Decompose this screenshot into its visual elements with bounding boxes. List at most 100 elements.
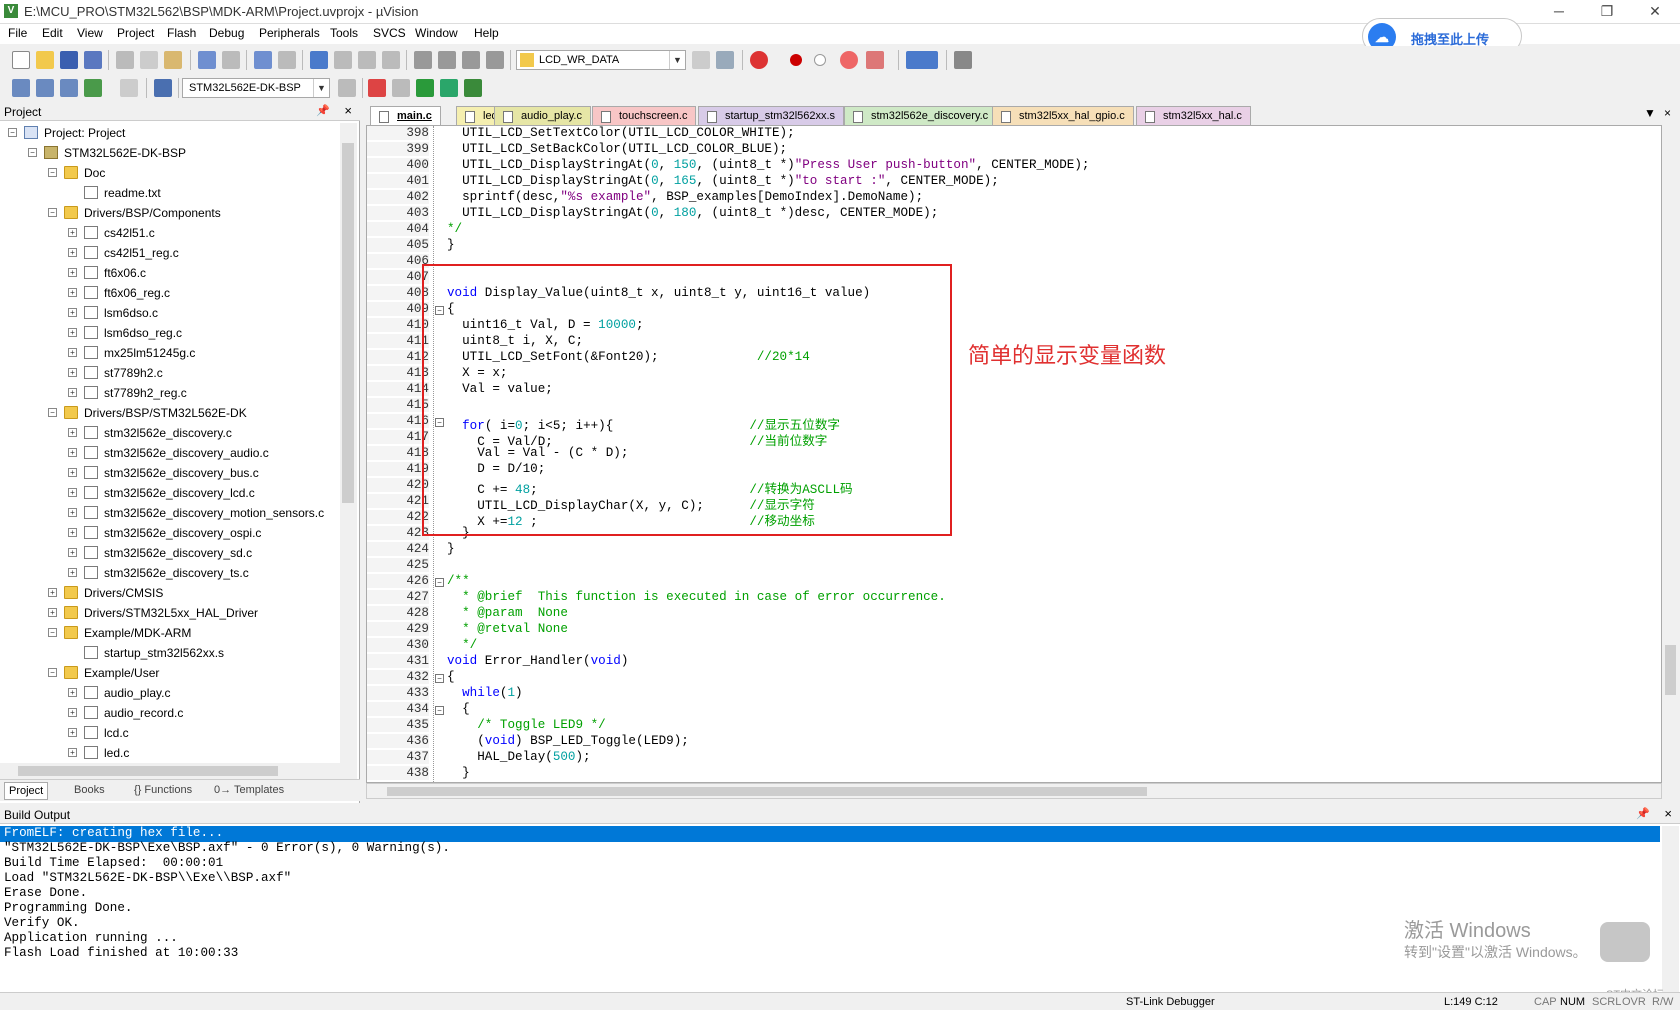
tab-file[interactable]: audio_play.c — [494, 106, 591, 125]
expand-icon[interactable]: + — [68, 568, 77, 577]
tab-templates[interactable]: 0→ Templates — [210, 782, 288, 800]
tree-item[interactable]: + stm32l562e_discovery_ts.c — [0, 563, 340, 583]
tab-file[interactable]: startup_stm32l562xx.s — [698, 106, 845, 125]
fold-toggle-icon[interactable]: − — [435, 306, 444, 315]
new-file-icon[interactable] — [12, 51, 30, 69]
output-vertical-scrollbar[interactable] — [1662, 826, 1679, 992]
tree-item[interactable]: + led.c — [0, 743, 340, 763]
menu-edit[interactable]: Edit — [42, 26, 63, 40]
tree-item[interactable]: − Drivers/BSP/STM32L562E-DK — [0, 403, 340, 423]
tab-project[interactable]: Project — [4, 782, 49, 800]
expand-icon[interactable]: + — [68, 508, 77, 517]
incremental-find-icon[interactable] — [716, 51, 734, 69]
tab-file[interactable]: stm32l5xx_hal.c — [1136, 106, 1251, 125]
menu-view[interactable]: View — [77, 26, 103, 40]
tree-item[interactable]: + stm32l562e_discovery_lcd.c — [0, 483, 340, 503]
debug-options-icon[interactable] — [866, 51, 884, 69]
batch-build-icon[interactable] — [84, 79, 102, 97]
tree-item[interactable]: + audio_play.c — [0, 683, 340, 703]
tab-file[interactable]: main.c — [370, 106, 441, 125]
expand-icon[interactable]: + — [48, 608, 57, 617]
rebuild-icon[interactable] — [60, 79, 78, 97]
expand-icon[interactable]: + — [68, 308, 77, 317]
expand-icon[interactable]: + — [68, 728, 77, 737]
menu-debug[interactable]: Debug — [209, 26, 244, 40]
nav-forward-icon[interactable] — [278, 51, 296, 69]
tree-item[interactable]: − Project: Project — [0, 123, 340, 143]
tree-item[interactable]: + Drivers/CMSIS — [0, 583, 340, 603]
nav-back-icon[interactable] — [254, 51, 272, 69]
expand-icon[interactable]: + — [68, 228, 77, 237]
fold-toggle-icon[interactable]: − — [435, 578, 444, 587]
expand-icon[interactable]: + — [68, 468, 77, 477]
kill-breakpoints-icon[interactable] — [840, 51, 858, 69]
target-options-icon[interactable] — [338, 79, 356, 97]
pack-installer-icon[interactable] — [464, 79, 482, 97]
tree-item[interactable]: + stm32l562e_discovery_audio.c — [0, 443, 340, 463]
pin-icon[interactable]: 📌 — [316, 104, 330, 117]
clear-bookmarks-icon[interactable] — [382, 51, 400, 69]
fold-toggle-icon[interactable]: − — [435, 418, 444, 427]
tree-item[interactable]: + stm32l562e_discovery_bus.c — [0, 463, 340, 483]
scroll-thumb[interactable] — [1665, 645, 1676, 695]
expand-icon[interactable]: + — [68, 748, 77, 757]
tab-functions[interactable]: {} Functions — [130, 782, 196, 800]
collapse-icon[interactable]: − — [28, 148, 37, 157]
disable-breakpoint-icon[interactable] — [814, 54, 826, 66]
expand-icon[interactable]: + — [68, 348, 77, 357]
tree-item[interactable]: + stm32l562e_discovery.c — [0, 423, 340, 443]
project-vertical-scrollbar[interactable] — [340, 123, 357, 763]
select-packs-icon[interactable] — [440, 79, 458, 97]
close-tab-icon[interactable]: × — [1664, 106, 1671, 120]
breakpoint-icon[interactable] — [790, 54, 802, 66]
bookmark-icon[interactable] — [310, 51, 328, 69]
tree-item[interactable]: + st7789h2_reg.c — [0, 383, 340, 403]
minimize-button[interactable]: ─ — [1536, 0, 1582, 24]
tree-item[interactable]: + stm32l562e_discovery_ospi.c — [0, 523, 340, 543]
tab-file[interactable]: stm32l5xx_hal_gpio.c — [992, 106, 1134, 125]
maximize-button[interactable]: ❐ — [1584, 0, 1630, 24]
tree-item[interactable]: + cs42l51_reg.c — [0, 243, 340, 263]
tab-file[interactable]: stm32l562e_discovery.c — [844, 106, 998, 125]
prev-bookmark-icon[interactable] — [334, 51, 352, 69]
tree-item[interactable]: − Drivers/BSP/Components — [0, 203, 340, 223]
file-extensions-icon[interactable] — [392, 79, 410, 97]
tree-item[interactable]: + mx25lm51245g.c — [0, 343, 340, 363]
tab-books[interactable]: Books — [70, 782, 109, 800]
tab-file[interactable]: touchscreen.c — [592, 106, 697, 125]
collapse-icon[interactable]: − — [48, 628, 57, 637]
menu-file[interactable]: File — [8, 26, 27, 40]
debug-session-icon[interactable] — [750, 51, 768, 69]
fold-toggle-icon[interactable]: − — [435, 706, 444, 715]
expand-icon[interactable]: + — [68, 548, 77, 557]
next-bookmark-icon[interactable] — [358, 51, 376, 69]
pin-icon[interactable]: 📌 — [1636, 807, 1650, 820]
cut-icon[interactable] — [116, 51, 134, 69]
close-button[interactable]: ✕ — [1632, 0, 1678, 24]
scroll-thumb[interactable] — [387, 787, 1147, 796]
build-icon[interactable] — [36, 79, 54, 97]
chevron-down-icon[interactable]: ▼ — [669, 51, 685, 69]
chevron-down-icon[interactable]: ▼ — [313, 79, 329, 97]
copy-icon[interactable] — [140, 51, 158, 69]
expand-icon[interactable]: + — [68, 708, 77, 717]
menu-peripherals[interactable]: Peripherals — [259, 26, 320, 40]
window-layout-icon[interactable] — [906, 51, 938, 69]
manage-project-items-icon[interactable] — [368, 79, 386, 97]
expand-icon[interactable]: + — [68, 428, 77, 437]
menu-flash[interactable]: Flash — [167, 26, 196, 40]
tree-item[interactable]: + lcd.c — [0, 723, 340, 743]
close-icon[interactable]: × — [344, 103, 352, 118]
configure-wrench-icon[interactable] — [954, 51, 972, 69]
menu-project[interactable]: Project — [117, 26, 154, 40]
editor-vertical-scrollbar[interactable] — [1662, 125, 1679, 783]
collapse-icon[interactable]: − — [48, 168, 57, 177]
tree-item[interactable]: + lsm6dso_reg.c — [0, 323, 340, 343]
tree-item[interactable]: + audio_record.c — [0, 703, 340, 723]
expand-icon[interactable]: + — [48, 588, 57, 597]
expand-icon[interactable]: + — [68, 528, 77, 537]
tree-item[interactable]: readme.txt — [0, 183, 340, 203]
expand-icon[interactable]: + — [68, 688, 77, 697]
paste-icon[interactable] — [164, 51, 182, 69]
function-combo[interactable]: LCD_WR_DATA ▼ — [516, 50, 686, 70]
